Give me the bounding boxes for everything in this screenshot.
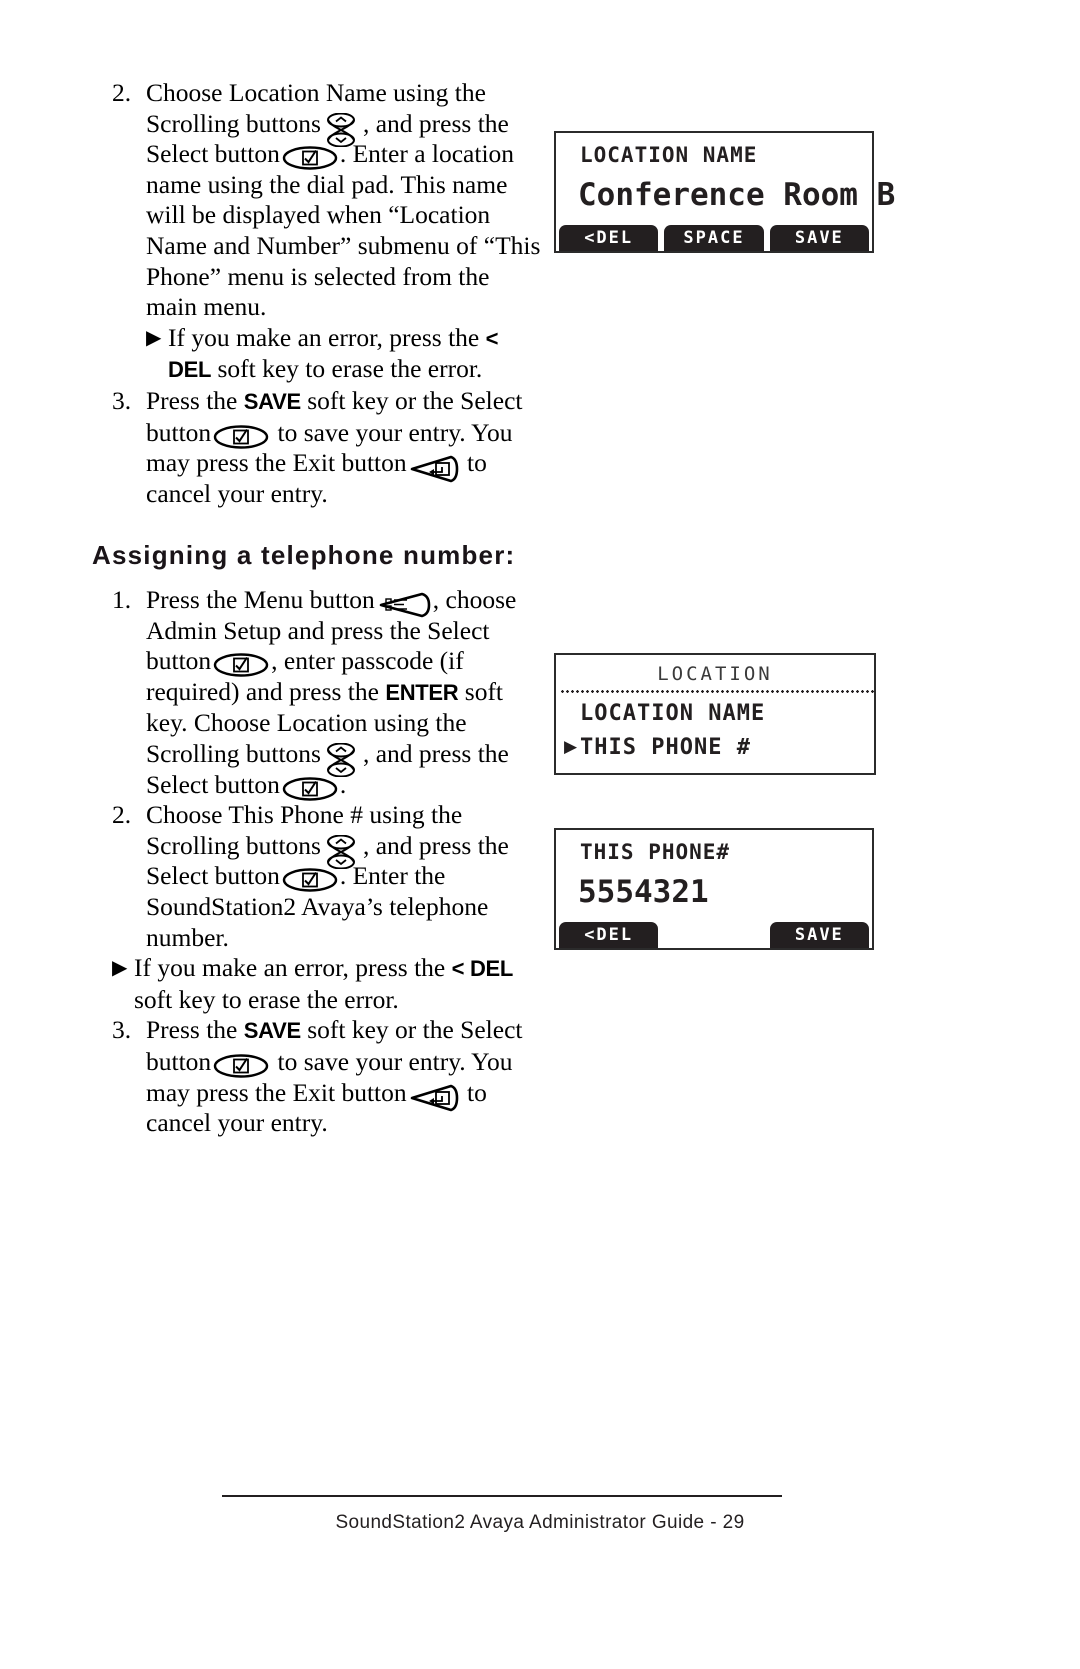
- body-text-column-2: 1. Press the Menu button, choose Admin S…: [112, 585, 542, 1139]
- list-number: 3.: [112, 385, 132, 415]
- softkey-name-save: SAVE: [243, 388, 301, 414]
- softkey-save[interactable]: SAVE: [769, 922, 869, 948]
- lcd-softkey-row: <DEL SPACE SAVE: [556, 225, 872, 251]
- list-text: Press the SAVE soft key or the Select bu…: [146, 1015, 542, 1138]
- bullet-text-part: soft key to erase the error.: [134, 984, 399, 1014]
- lcd-screen-location-name: LOCATION NAME Conference Room B <DEL SPA…: [554, 131, 895, 253]
- list-item: 2. Choose This Phone # using the Scrolli…: [112, 800, 542, 953]
- softkey-del[interactable]: <DEL: [559, 225, 659, 251]
- list-item: 3. Press the SAVE soft key or the Select…: [112, 386, 542, 509]
- bullet-item: ▶ If you make an error, press the < DEL …: [146, 323, 542, 386]
- lcd-softkey-row: <DEL SAVE: [556, 922, 872, 948]
- bullet-text-part: If you make an error, press the: [168, 322, 480, 352]
- bullet-item: ▶ If you make an error, press the < DEL …: [112, 953, 542, 1015]
- lcd-divider: [560, 690, 874, 693]
- softkey-name-enter: ENTER: [385, 679, 459, 705]
- select-button-icon: [213, 653, 269, 678]
- exit-button-icon: [409, 454, 459, 484]
- menu-button-icon: [377, 591, 431, 619]
- list-text: Press the Menu button, choose Admin Setu…: [146, 585, 542, 801]
- document-page: 2. Choose Location Name using the Scroll…: [0, 0, 1080, 1669]
- step-text-part: Press the Menu button: [146, 585, 375, 614]
- softkey-save[interactable]: SAVE: [769, 225, 869, 251]
- section-heading: Assigning a telephone number:: [92, 540, 516, 570]
- bullet-marker: ▶: [112, 957, 128, 980]
- softkey-empty-slot: [661, 922, 766, 948]
- lcd-value: 5554321: [578, 874, 709, 910]
- lcd-selection-pointer-icon: ▶: [564, 737, 578, 756]
- select-button-icon: [282, 868, 338, 893]
- bullet-text: If you make an error, press the < DEL so…: [168, 323, 542, 386]
- select-button-icon: [282, 146, 338, 171]
- lcd-screen-this-phone: THIS PHONE# 5554321 <DEL SAVE: [554, 828, 874, 950]
- softkey-del[interactable]: <DEL: [559, 922, 659, 948]
- bullet-text-part: soft key to erase the error.: [217, 354, 483, 384]
- select-button-icon: [213, 1054, 269, 1078]
- list-number: 3.: [112, 1015, 132, 1045]
- list-item: 3. Press the SAVE soft key or the Select…: [112, 1015, 542, 1138]
- bullet-marker: ▶: [146, 326, 162, 349]
- softkey-name-save: SAVE: [243, 1018, 301, 1044]
- footer-rule: [222, 1495, 782, 1497]
- lcd-menu-title: LOCATION: [657, 663, 773, 685]
- footer-text: SoundStation2 Avaya Administrator Guide …: [335, 1512, 745, 1533]
- list-item: 1. Press the Menu button, choose Admin S…: [112, 585, 542, 801]
- body-text-column: 2. Choose Location Name using the Scroll…: [112, 78, 542, 509]
- bullet-text: If you make an error, press the < DEL so…: [134, 953, 542, 1015]
- list-text: Choose This Phone # using the Scrolling …: [146, 800, 542, 953]
- lcd-value: Conference Room B: [578, 177, 896, 213]
- step-text-part: Press the: [146, 1015, 238, 1045]
- lcd-title: THIS PHONE#: [580, 840, 731, 864]
- lcd-title: LOCATION NAME: [580, 143, 758, 167]
- list-number: 2.: [112, 800, 132, 830]
- step-text-part: Press the: [146, 385, 238, 415]
- select-button-icon: [213, 424, 269, 449]
- exit-button-icon: [409, 1083, 459, 1113]
- scrolling-buttons-icon: [321, 112, 361, 147]
- list-item: 2. Choose Location Name using the Scroll…: [112, 78, 542, 323]
- bullet-text-part: If you make an error, press the: [134, 953, 446, 983]
- list-text: Choose Location Name using the Scrolling…: [146, 78, 542, 323]
- softkey-name-del: < DEL: [451, 956, 514, 982]
- select-button-icon: [282, 777, 338, 801]
- softkey-space[interactable]: SPACE: [664, 225, 764, 251]
- lcd-screen-location-menu: LOCATION LOCATION NAME ▶ THIS PHONE #: [554, 653, 876, 775]
- list-number: 1.: [112, 585, 132, 614]
- scrolling-buttons-icon: [321, 834, 361, 869]
- lcd-menu-item-location-name[interactable]: LOCATION NAME: [580, 701, 765, 726]
- scrolling-buttons-icon: [321, 743, 361, 778]
- lcd-menu-item-this-phone[interactable]: THIS PHONE #: [580, 735, 751, 760]
- list-text: Press the SAVE soft key or the Select bu…: [146, 386, 542, 509]
- list-number: 2.: [112, 78, 132, 107]
